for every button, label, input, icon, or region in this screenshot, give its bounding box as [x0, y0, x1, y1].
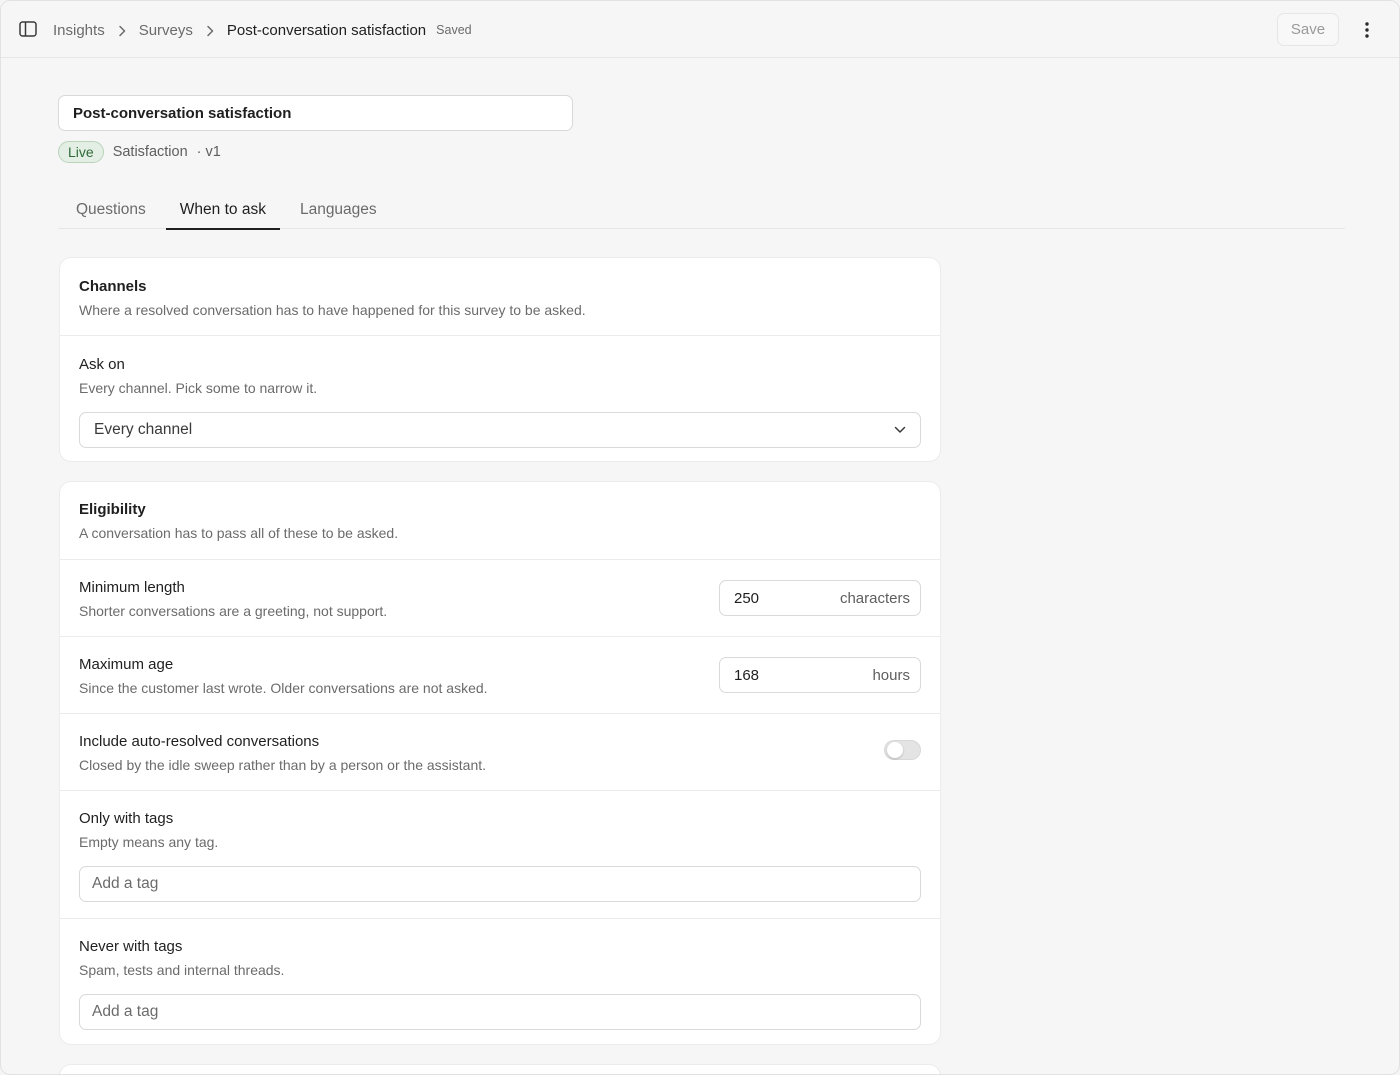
never-tags-row: Never with tags Spam, tests and internal… [60, 918, 940, 1044]
breadcrumb-current: Post-conversation satisfaction [226, 21, 427, 39]
ask-on-description: Every channel. Pick some to narrow it. [79, 380, 318, 396]
toggle-knob [887, 742, 903, 758]
breadcrumb: Insights Surveys Post-conversation satis… [53, 20, 472, 40]
max-age-row: Maximum age Since the customer last wrot… [60, 636, 940, 713]
eligibility-description: A conversation has to pass all of these … [79, 525, 399, 541]
channels-card: Channels Where a resolved conversation h… [59, 257, 941, 462]
tab-languages[interactable]: Languages [286, 189, 391, 229]
only-tags-input[interactable] [79, 866, 921, 902]
min-length-field: characters [719, 580, 921, 616]
only-tags-description: Empty means any tag. [79, 834, 219, 850]
chevron-right-icon [118, 24, 126, 37]
sidebar-toggle-icon[interactable] [19, 21, 37, 37]
min-length-row: Minimum length Shorter conversations are… [60, 559, 940, 636]
auto-resolved-toggle[interactable] [884, 740, 921, 760]
eligibility-header: Eligibility A conversation has to pass a… [60, 482, 940, 559]
next-card [59, 1064, 941, 1074]
max-age-unit: hours [872, 666, 910, 684]
channels-title: Channels [79, 278, 147, 295]
survey-title-input[interactable] [58, 95, 573, 131]
survey-version: · v1 [196, 144, 221, 160]
ask-on-row: Ask on Every channel. Pick some to narro… [60, 335, 940, 461]
eligibility-card: Eligibility A conversation has to pass a… [59, 481, 941, 1045]
only-tags-row: Only with tags Empty means any tag. [60, 790, 940, 918]
never-tags-input[interactable] [79, 994, 921, 1030]
saved-status: Saved [436, 23, 472, 37]
tab-bar: Questions When to ask Languages [58, 189, 1345, 230]
eligibility-title: Eligibility [79, 501, 146, 518]
auto-resolved-row: Include auto-resolved conversations Clos… [60, 713, 940, 790]
auto-resolved-label: Include auto-resolved conversations [79, 733, 320, 750]
tab-questions[interactable]: Questions [58, 189, 160, 229]
survey-meta: Live Satisfaction · v1 [58, 141, 221, 163]
ask-on-select[interactable]: Every channel [79, 412, 921, 448]
save-button[interactable]: Save [1277, 13, 1339, 46]
never-tags-description: Spam, tests and internal threads. [79, 962, 285, 978]
channels-header: Channels Where a resolved conversation h… [60, 258, 940, 335]
ask-on-label: Ask on [79, 356, 125, 373]
tab-when-to-ask[interactable]: When to ask [165, 189, 281, 230]
chevron-down-icon [894, 421, 906, 439]
more-options-icon[interactable] [1356, 19, 1378, 41]
channels-description: Where a resolved conversation has to hav… [79, 302, 586, 318]
auto-resolved-description: Closed by the idle sweep rather than by … [79, 757, 487, 773]
max-age-input[interactable] [734, 666, 814, 684]
max-age-field: hours [719, 657, 921, 693]
app-window: Insights Surveys Post-conversation satis… [0, 0, 1400, 1075]
never-tags-label: Never with tags [79, 938, 183, 955]
survey-kind: Satisfaction [112, 144, 188, 160]
breadcrumb-insights[interactable]: Insights [53, 22, 105, 39]
top-bar: Insights Surveys Post-conversation satis… [1, 1, 1399, 58]
only-tags-label: Only with tags [79, 810, 174, 827]
min-length-unit: characters [839, 589, 910, 607]
ask-on-value: Every channel [94, 421, 193, 438]
breadcrumb-surveys[interactable]: Surveys [139, 22, 193, 39]
status-badge: Live [58, 141, 104, 163]
min-length-input[interactable] [734, 589, 814, 607]
chevron-right-icon [206, 24, 214, 37]
